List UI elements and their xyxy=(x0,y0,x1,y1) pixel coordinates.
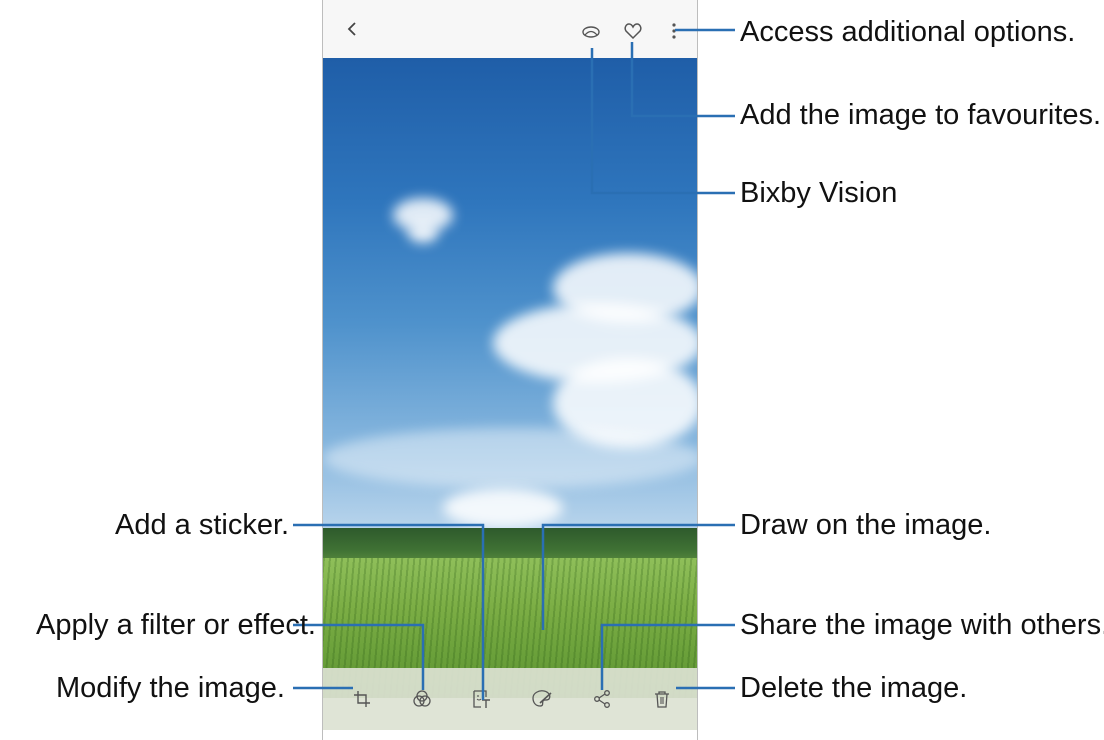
gallery-photo[interactable] xyxy=(323,58,697,698)
photo-cloud xyxy=(443,488,563,528)
crop-rotate-icon[interactable] xyxy=(348,685,376,713)
callout-favourite: Add the image to favourites. xyxy=(740,99,1102,131)
callout-delete: Delete the image. xyxy=(740,672,968,704)
photo-cloud xyxy=(323,428,697,488)
callout-share: Share the image with others. xyxy=(740,609,1104,641)
top-app-bar xyxy=(323,0,697,58)
back-arrow-icon[interactable] xyxy=(339,15,367,43)
photo-cloud xyxy=(408,223,438,243)
callout-draw: Draw on the image. xyxy=(740,509,992,541)
heart-icon[interactable] xyxy=(619,17,647,45)
bottom-toolbar xyxy=(323,668,697,730)
callout-sticker: Add a sticker. xyxy=(115,509,290,541)
callout-more-options: Access additional options. xyxy=(740,16,1076,48)
callout-modify: Modify the image. xyxy=(56,672,285,704)
share-icon[interactable] xyxy=(588,685,616,713)
more-options-icon[interactable] xyxy=(660,17,688,45)
callout-filter: Apply a filter or effect. xyxy=(36,609,316,641)
draw-brush-icon[interactable] xyxy=(528,685,556,713)
phone-screen xyxy=(322,0,698,740)
sticker-icon[interactable] xyxy=(468,685,496,713)
filter-icon[interactable] xyxy=(408,685,436,713)
trash-icon[interactable] xyxy=(648,685,676,713)
bixby-vision-icon[interactable] xyxy=(577,18,605,46)
callout-bixby-vision: Bixby Vision xyxy=(740,177,898,209)
